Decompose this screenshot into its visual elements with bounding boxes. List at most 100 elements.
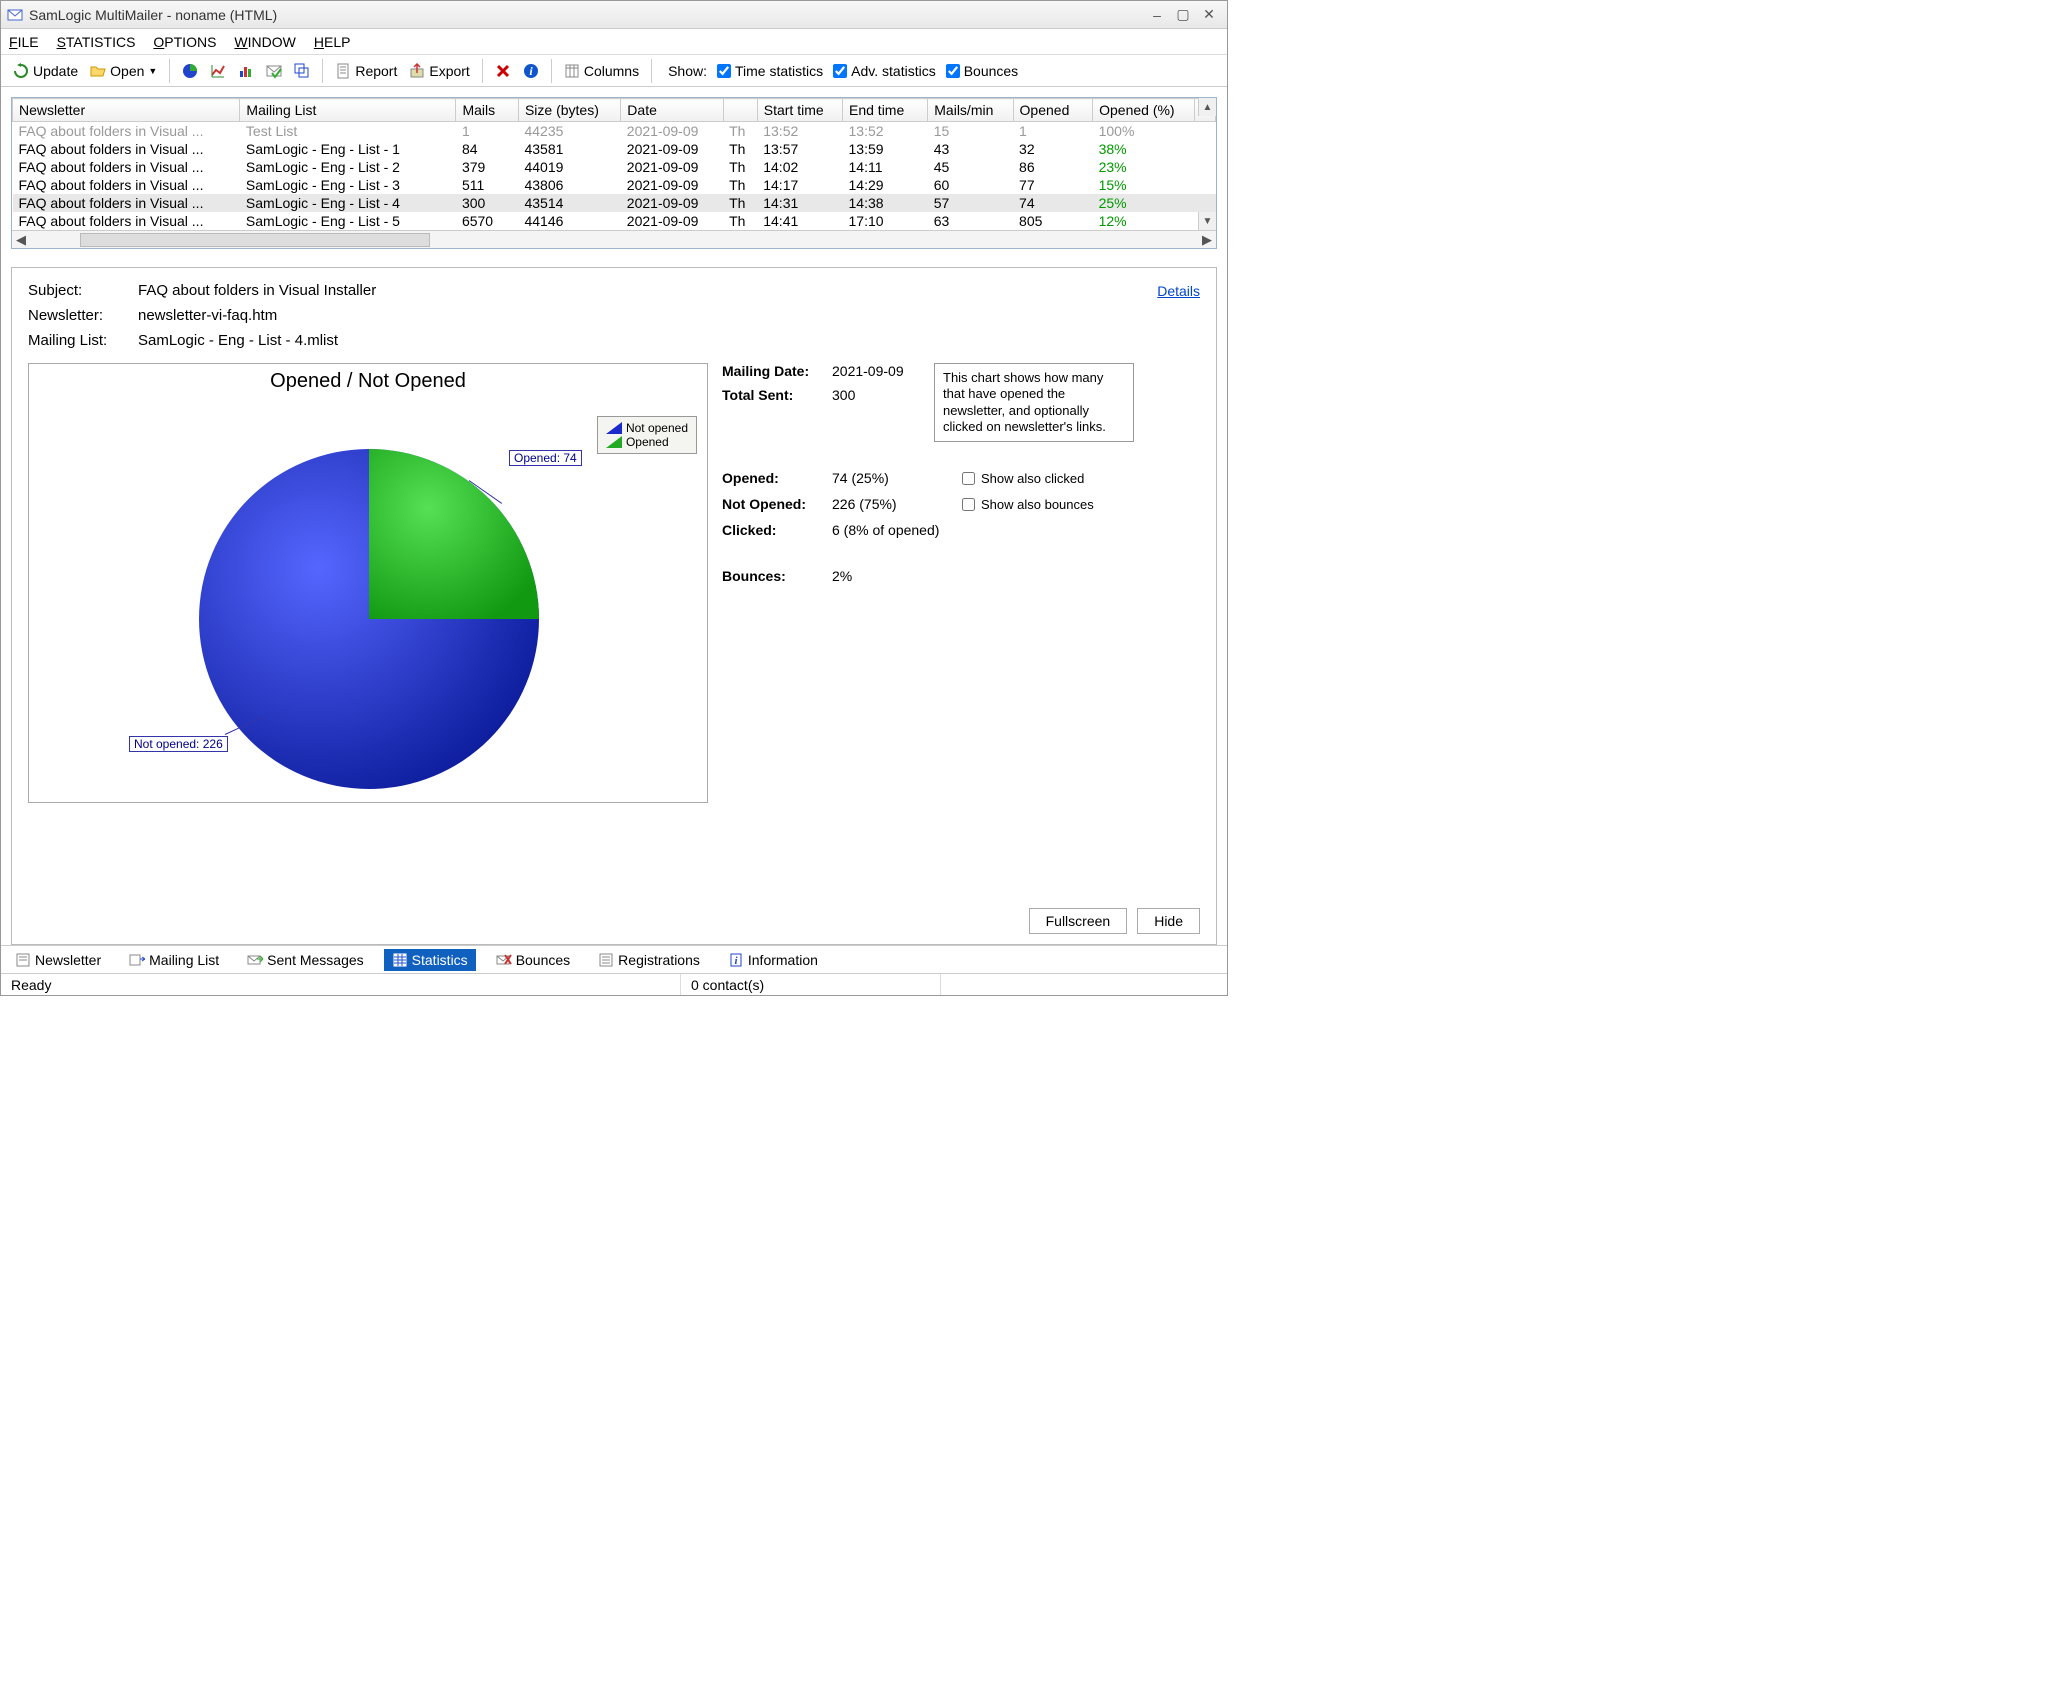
col-pct[interactable]: Opened (%): [1093, 99, 1195, 122]
table-row[interactable]: FAQ about folders in Visual ...SamLogic …: [13, 176, 1216, 194]
table-container: ▲ Newsletter Mailing List Mails Size (by…: [11, 97, 1217, 249]
chk-time-statistics[interactable]: Time statistics: [717, 63, 823, 79]
col-rate[interactable]: Mails/min: [928, 99, 1013, 122]
total-sent-value: 300: [832, 387, 922, 403]
update-button[interactable]: Update: [7, 61, 84, 81]
app-icon: [7, 7, 23, 23]
report-button[interactable]: Report: [329, 61, 403, 81]
hide-button[interactable]: Hide: [1137, 908, 1200, 934]
menu-options[interactable]: OPTIONS: [153, 34, 216, 50]
scroll-left-button[interactable]: ◀: [12, 232, 30, 248]
menu-file[interactable]: FILE: [9, 34, 39, 50]
titlebar: SamLogic MultiMailer - noname (HTML) – ▢…: [1, 1, 1227, 29]
menu-statistics[interactable]: STATISTICS: [57, 34, 136, 50]
line-chart-icon: [210, 63, 226, 79]
tab-bounces[interactable]: Bounces: [488, 949, 578, 971]
chart-title: Opened / Not Opened: [29, 364, 707, 399]
chk-show-bounces[interactable]: Show also bounces: [962, 497, 1094, 512]
delete-icon: [495, 63, 511, 79]
tab-information-label: Information: [748, 952, 818, 968]
bar-chart-button[interactable]: [232, 61, 260, 81]
bounces-label: Bounces:: [722, 568, 832, 584]
horizontal-scrollbar[interactable]: ◀ ▶: [12, 230, 1216, 248]
table-row[interactable]: FAQ about folders in Visual ...SamLogic …: [13, 212, 1216, 230]
delete-button[interactable]: [489, 61, 517, 81]
window-title: SamLogic MultiMailer - noname (HTML): [29, 7, 1145, 23]
info-button[interactable]: i: [517, 61, 545, 81]
chk-adv-label: Adv. statistics: [851, 63, 936, 79]
info-icon: i: [523, 63, 539, 79]
notopened-label: Not Opened:: [722, 496, 832, 512]
chk-time-label: Time statistics: [735, 63, 823, 79]
col-end[interactable]: End time: [843, 99, 928, 122]
mailinglist-icon: [129, 952, 145, 968]
status-contacts: 0 contact(s): [681, 974, 941, 995]
mail-chart-button[interactable]: [260, 61, 288, 81]
chk-show-bounces-label: Show also bounces: [981, 497, 1094, 512]
mailinglist-label: Mailing List:: [28, 332, 138, 349]
col-day[interactable]: [723, 99, 757, 122]
maximize-button[interactable]: ▢: [1171, 6, 1195, 24]
columns-button[interactable]: Columns: [558, 61, 645, 81]
window: SamLogic MultiMailer - noname (HTML) – ▢…: [0, 0, 1228, 996]
col-mailinglist[interactable]: Mailing List: [240, 99, 456, 122]
close-button[interactable]: ✕: [1197, 6, 1221, 24]
col-opened[interactable]: Opened: [1013, 99, 1093, 122]
detail-box: Subject: FAQ about folders in Visual Ins…: [11, 267, 1217, 945]
information-icon: i: [728, 952, 744, 968]
mailing-date-label: Mailing Date:: [722, 363, 832, 379]
export-button[interactable]: Export: [403, 61, 475, 81]
minimize-button[interactable]: –: [1145, 6, 1169, 24]
dropdown-arrow-icon: ▼: [148, 66, 157, 76]
tab-registrations[interactable]: Registrations: [590, 949, 708, 971]
report-label: Report: [355, 63, 397, 79]
open-button[interactable]: Open ▼: [84, 61, 163, 81]
tab-statistics[interactable]: Statistics: [384, 949, 476, 971]
col-size[interactable]: Size (bytes): [518, 99, 620, 122]
subject-value: FAQ about folders in Visual Installer: [138, 282, 1157, 299]
scroll-down-button[interactable]: ▼: [1198, 212, 1216, 230]
table-row[interactable]: FAQ about folders in Visual ...SamLogic …: [13, 158, 1216, 176]
status-bar: Ready 0 contact(s): [1, 973, 1227, 995]
col-mails[interactable]: Mails: [456, 99, 519, 122]
scroll-right-button[interactable]: ▶: [1198, 232, 1216, 248]
menu-help[interactable]: HELP: [314, 34, 351, 50]
tab-newsletter[interactable]: Newsletter: [7, 949, 109, 971]
chk-adv-statistics[interactable]: Adv. statistics: [833, 63, 936, 79]
chk-show-clicked[interactable]: Show also clicked: [962, 471, 1084, 486]
table-row[interactable]: FAQ about folders in Visual ...Test List…: [13, 122, 1216, 141]
scroll-up-button[interactable]: ▲: [1198, 98, 1216, 116]
pie-chart-button[interactable]: [176, 61, 204, 81]
details-link[interactable]: Details: [1157, 283, 1200, 299]
menu-window[interactable]: WINDOW: [234, 34, 295, 50]
tab-mailinglist[interactable]: Mailing List: [121, 949, 227, 971]
show-label: Show:: [668, 63, 707, 79]
col-newsletter[interactable]: Newsletter: [13, 99, 240, 122]
mailing-date-value: 2021-09-09: [832, 363, 922, 379]
opened-label: Opened:: [722, 470, 832, 486]
tab-information[interactable]: iInformation: [720, 949, 826, 971]
tab-sent[interactable]: Sent Messages: [239, 949, 372, 971]
table-row[interactable]: FAQ about folders in Visual ...SamLogic …: [13, 194, 1216, 212]
col-start[interactable]: Start time: [757, 99, 842, 122]
line-chart-button[interactable]: [204, 61, 232, 81]
chk-bounces-label: Bounces: [964, 63, 1018, 79]
chart-legend: Not opened Opened: [597, 416, 697, 454]
col-date[interactable]: Date: [621, 99, 723, 122]
mail-check-icon: [266, 63, 282, 79]
chk-bounces[interactable]: Bounces: [946, 63, 1018, 79]
windows-button[interactable]: [288, 61, 316, 81]
table-row[interactable]: FAQ about folders in Visual ...SamLogic …: [13, 140, 1216, 158]
tab-registrations-label: Registrations: [618, 952, 700, 968]
tab-statistics-label: Statistics: [412, 952, 468, 968]
status-ready: Ready: [1, 974, 681, 995]
subject-label: Subject:: [28, 282, 138, 299]
open-label: Open: [110, 63, 144, 79]
export-icon: [409, 63, 425, 79]
clicked-label: Clicked:: [722, 522, 832, 538]
content-area: ▲ Newsletter Mailing List Mails Size (by…: [1, 87, 1227, 945]
scroll-thumb[interactable]: [80, 233, 430, 247]
fullscreen-button[interactable]: Fullscreen: [1029, 908, 1128, 934]
refresh-icon: [13, 63, 29, 79]
table-header-row: Newsletter Mailing List Mails Size (byte…: [13, 99, 1216, 122]
